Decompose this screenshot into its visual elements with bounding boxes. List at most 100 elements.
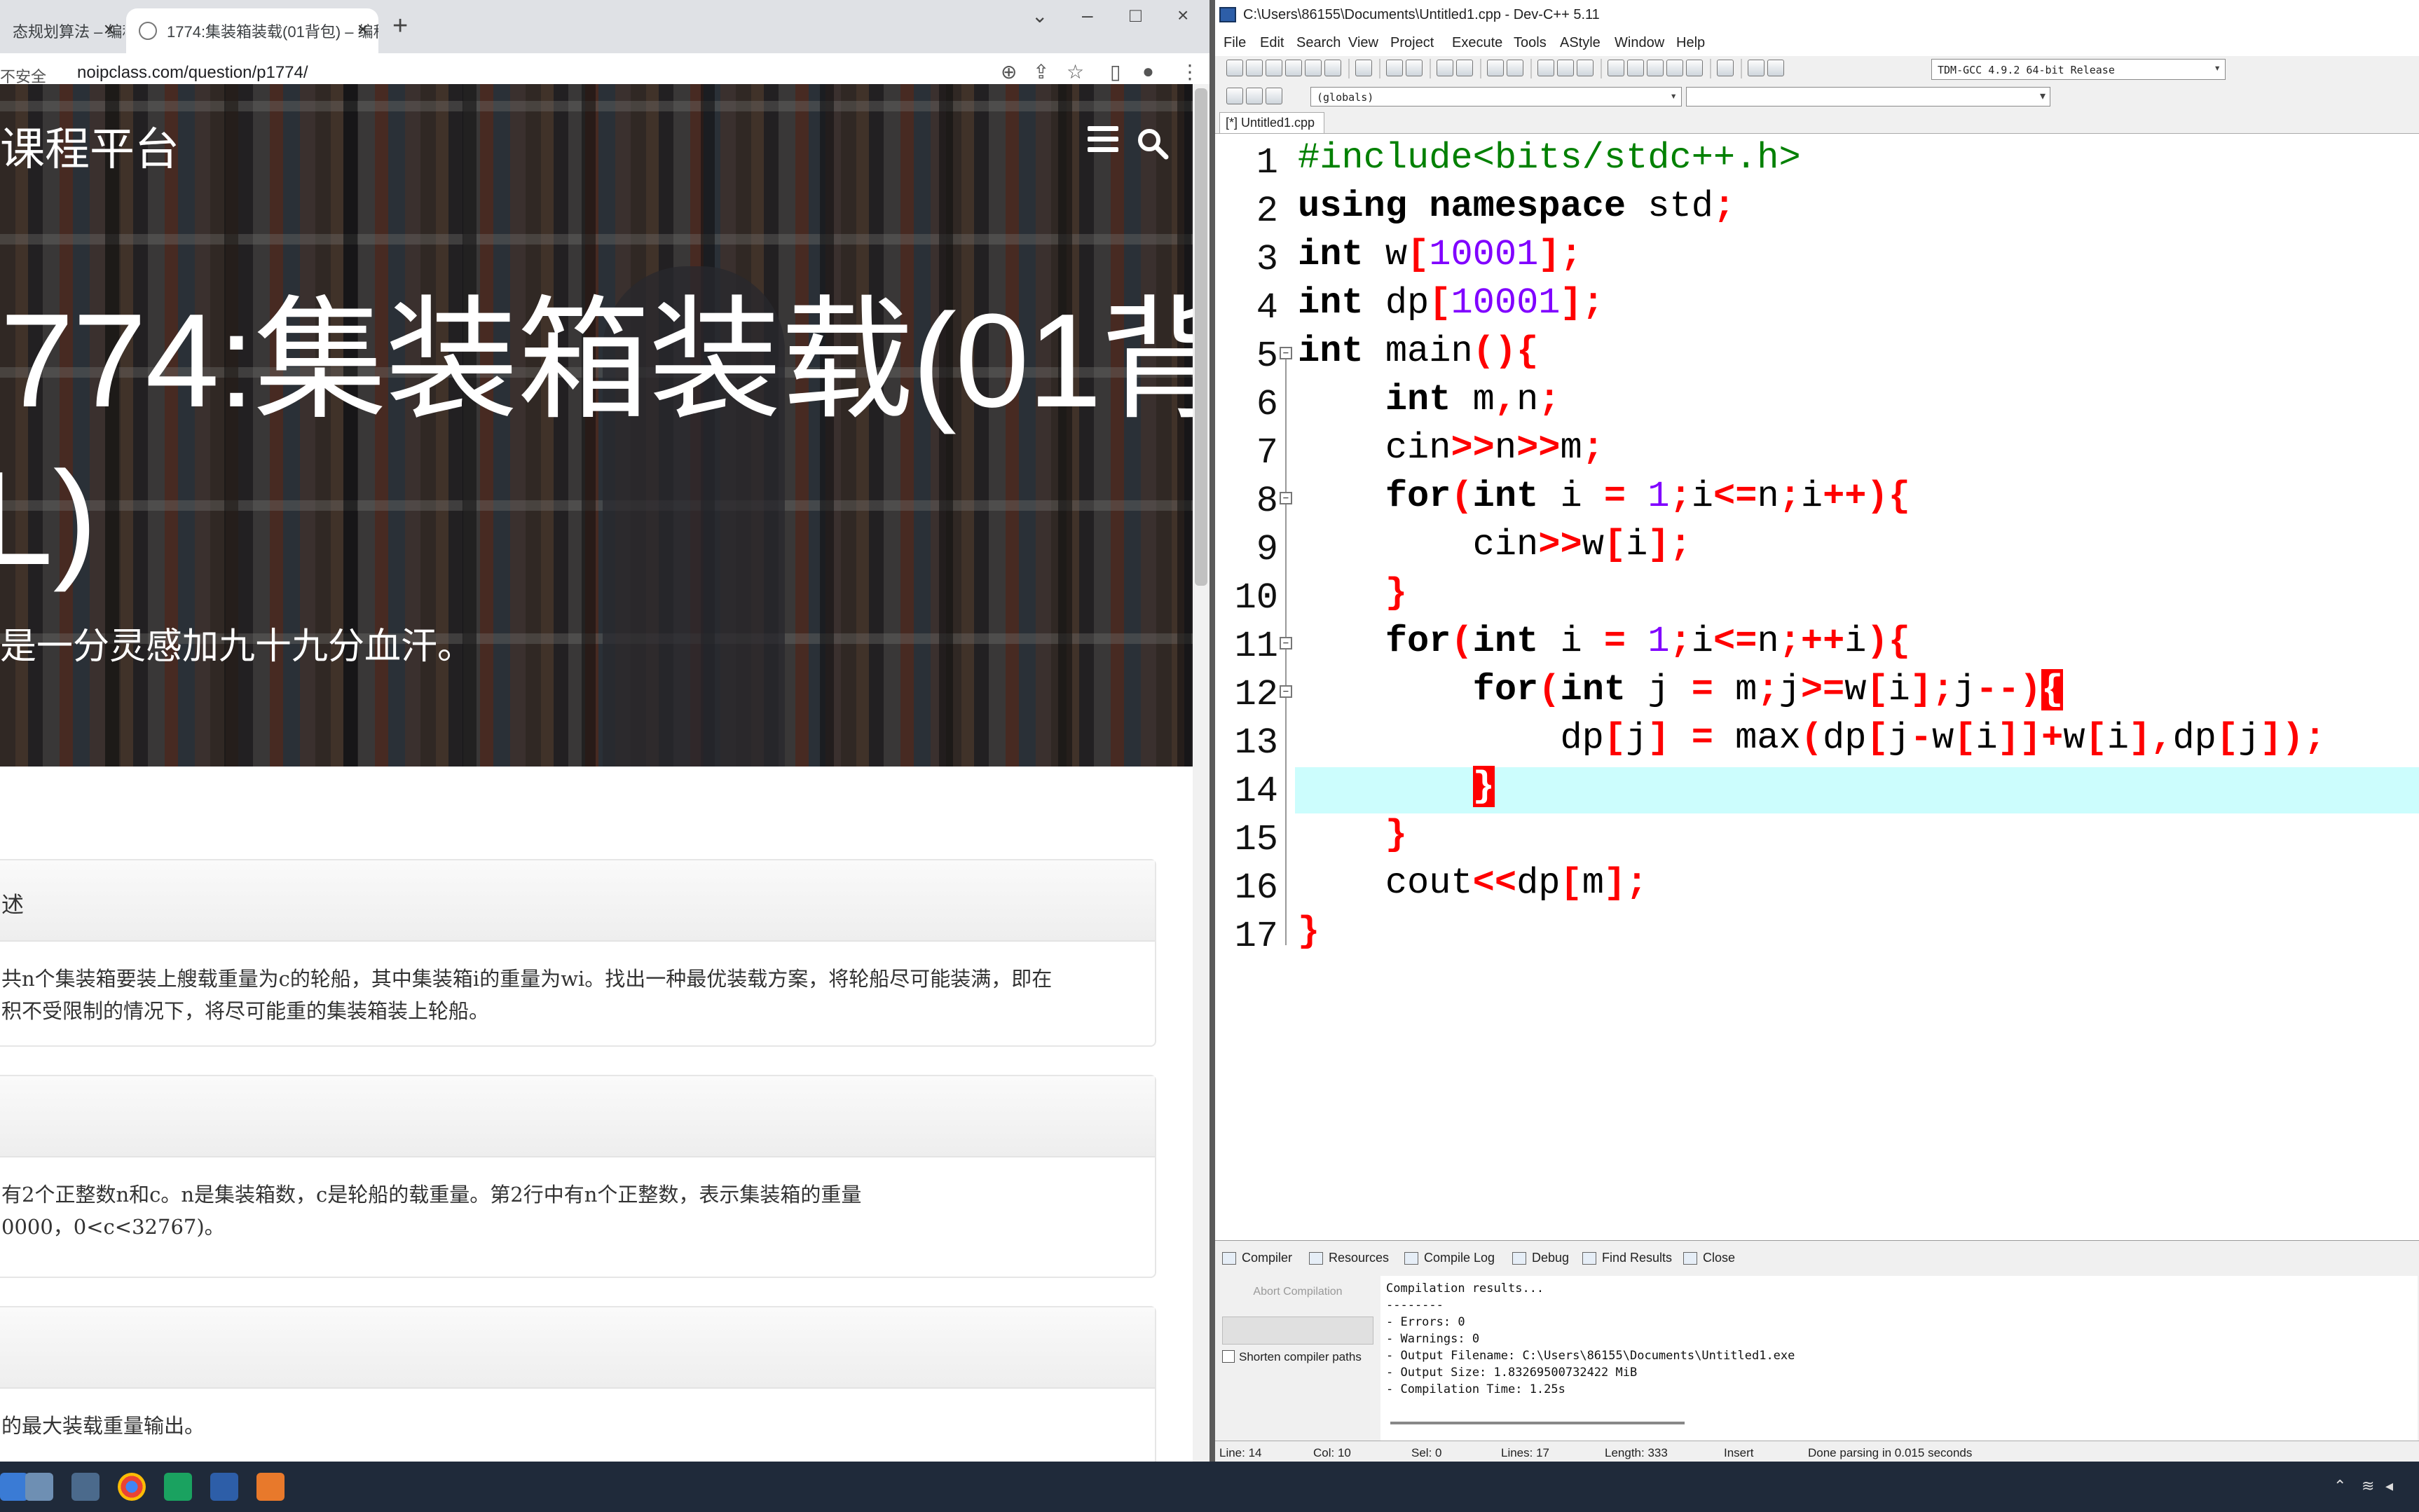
menu-execute[interactable]: Execute <box>1452 35 1502 51</box>
minimize-icon[interactable]: – <box>1082 4 1093 27</box>
page-scrollbar-thumb[interactable] <box>1195 88 1207 586</box>
menu-file[interactable]: File <box>1224 35 1246 51</box>
insert-icon[interactable] <box>1246 88 1263 104</box>
menu-edit[interactable]: Edit <box>1260 35 1284 51</box>
class-browser-icon[interactable] <box>1226 88 1243 104</box>
url-text[interactable]: noipclass.com/question/p1774/ <box>77 63 308 83</box>
code-area[interactable]: #include<bits/stdc++.h> using namespace s… <box>1298 134 2419 1241</box>
browser-tab-2-active[interactable]: 1774:集装箱装载(01背包) – 编程 × <box>126 8 378 53</box>
log-horizontal-scrollbar[interactable] <box>1390 1422 1685 1424</box>
menu-search[interactable]: Search <box>1296 35 1341 51</box>
close-tab-icon[interactable]: × <box>104 18 115 41</box>
app-icon[interactable] <box>71 1473 100 1501</box>
run-icon[interactable] <box>1627 60 1644 76</box>
code-line[interactable]: #include<bits/stdc++.h> <box>1298 135 1801 181</box>
code-line[interactable]: cin>>w[i]; <box>1298 522 1692 568</box>
profile-chart-icon[interactable] <box>1748 60 1764 76</box>
project-options-icon[interactable] <box>1266 88 1282 104</box>
app-icon[interactable] <box>25 1473 53 1501</box>
code-line[interactable]: cout<<dp[m]; <box>1298 860 1648 907</box>
devcpp-taskbar-icon[interactable] <box>210 1473 238 1501</box>
code-line[interactable]: int main(){ <box>1298 329 1538 375</box>
find-icon[interactable] <box>1437 60 1453 76</box>
editor-file-tab[interactable]: [*] Untitled1.cpp <box>1219 112 1324 133</box>
code-line[interactable]: } <box>1298 909 1320 955</box>
goto-line-icon[interactable] <box>1487 60 1504 76</box>
close-tab-icon[interactable]: × <box>357 18 369 41</box>
stop-execution-icon[interactable] <box>1717 60 1734 76</box>
fold-toggle-icon[interactable]: − <box>1280 492 1292 504</box>
shorten-paths-checkbox[interactable] <box>1222 1350 1235 1363</box>
check-syntax-icon[interactable] <box>1686 60 1703 76</box>
hamburger-menu-icon[interactable] <box>1088 126 1118 158</box>
tray-chevron-icon[interactable]: ⌃ <box>2334 1477 2346 1495</box>
code-line[interactable]: for(int j = m;j>=w[i];j--){ <box>1298 667 2064 713</box>
app-icon[interactable] <box>256 1473 285 1501</box>
close-all-icon[interactable] <box>1324 60 1341 76</box>
volume-icon[interactable]: ◂ <box>2385 1477 2393 1495</box>
zoom-icon[interactable]: ⊕ <box>1001 60 1017 83</box>
app-icon[interactable] <box>164 1473 192 1501</box>
menu-view[interactable]: View <box>1348 35 1378 51</box>
code-line[interactable]: int w[10001]; <box>1298 232 1582 278</box>
site-brand[interactable]: 课程平台 <box>0 114 179 178</box>
code-line[interactable]: using namespace std; <box>1298 184 1735 230</box>
tab-compiler[interactable]: Compiler <box>1222 1251 1292 1265</box>
tab-close[interactable]: Close <box>1683 1251 1735 1265</box>
debug-icon[interactable] <box>1767 60 1784 76</box>
save-icon[interactable] <box>1266 60 1282 76</box>
menu-astyle[interactable]: AStyle <box>1560 35 1601 51</box>
undo-icon[interactable] <box>1386 60 1403 76</box>
close-window-icon[interactable]: × <box>1177 4 1188 27</box>
compile-run-icon[interactable] <box>1647 60 1664 76</box>
tab-debug[interactable]: Debug <box>1512 1251 1569 1265</box>
code-line[interactable]: for(int i = 1;i<=n;++i){ <box>1298 619 1910 665</box>
chrome-icon[interactable] <box>118 1473 146 1501</box>
code-line[interactable]: int m,n; <box>1298 377 1561 423</box>
code-line[interactable]: cin>>n>>m; <box>1298 425 1604 472</box>
print-icon[interactable] <box>1355 60 1372 76</box>
menu-window[interactable]: Window <box>1615 35 1664 51</box>
wifi-icon[interactable]: ≋ <box>2362 1477 2374 1495</box>
menu-tools[interactable]: Tools <box>1514 35 1547 51</box>
tab-resources[interactable]: Resources <box>1309 1251 1389 1265</box>
bookmark-icon[interactable] <box>1507 60 1523 76</box>
maximize-icon[interactable]: □ <box>1130 4 1142 27</box>
open-file-icon[interactable] <box>1246 60 1263 76</box>
share-icon[interactable]: ⇪ <box>1033 60 1049 83</box>
save-all-icon[interactable] <box>1285 60 1302 76</box>
indent-icon[interactable] <box>1537 60 1554 76</box>
code-editor[interactable]: 1 2 3 4 5 6 7 8 9 10 11 12 13 14 15 16 1… <box>1215 133 2419 1241</box>
more-menu-icon[interactable]: ⋮ <box>1180 60 1200 83</box>
scope-select[interactable]: (globals) ▾ <box>1310 87 1682 106</box>
code-line[interactable]: } <box>1298 764 1495 810</box>
browser-tab-1[interactable]: 态规划算法 – 编程 × <box>0 8 125 53</box>
function-select[interactable]: ▾ <box>1686 87 2050 106</box>
start-icon[interactable] <box>0 1473 28 1501</box>
replace-icon[interactable] <box>1456 60 1473 76</box>
code-line[interactable]: dp[j] = max(dp[j-w[i]]+w[i],dp[j]); <box>1298 715 2325 762</box>
fold-toggle-icon[interactable]: − <box>1280 637 1292 650</box>
compile-log-output[interactable]: Compilation results... -------- - Errors… <box>1380 1276 2418 1444</box>
menu-project[interactable]: Project <box>1390 35 1434 51</box>
rebuild-icon[interactable] <box>1666 60 1683 76</box>
search-icon[interactable] <box>1135 126 1169 160</box>
new-file-icon[interactable] <box>1226 60 1243 76</box>
tab-compile-log[interactable]: Compile Log <box>1404 1251 1495 1265</box>
toggle-comment-icon[interactable] <box>1577 60 1594 76</box>
tab-search-chevron-icon[interactable]: ⌄ <box>1032 4 1048 27</box>
fold-toggle-icon[interactable]: − <box>1280 685 1292 698</box>
compiler-select[interactable]: TDM-GCC 4.9.2 64-bit Release ▾ <box>1931 59 2226 80</box>
menu-help[interactable]: Help <box>1676 35 1705 51</box>
abort-compilation-button[interactable]: Abort Compilation <box>1222 1280 1373 1304</box>
sidebar-icon[interactable]: ▯ <box>1110 60 1121 83</box>
close-file-icon[interactable] <box>1305 60 1322 76</box>
code-line[interactable]: for(int i = 1;i<=n;i++){ <box>1298 474 1910 520</box>
profile-icon[interactable]: ● <box>1142 60 1154 83</box>
code-line[interactable]: int dp[10001]; <box>1298 280 1604 327</box>
new-tab-button[interactable]: + <box>392 11 408 41</box>
unindent-icon[interactable] <box>1557 60 1574 76</box>
code-line[interactable]: } <box>1298 812 1407 858</box>
fold-toggle-icon[interactable]: − <box>1280 347 1292 359</box>
tab-find-results[interactable]: Find Results <box>1582 1251 1672 1265</box>
